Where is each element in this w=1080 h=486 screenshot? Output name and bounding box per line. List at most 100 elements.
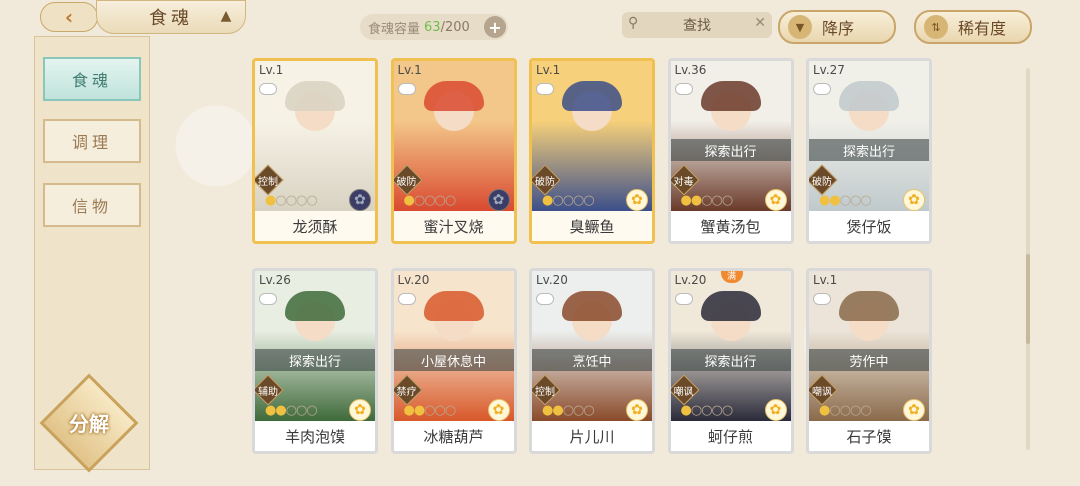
top-bar: ‹ 食魂 ▲ 食魂容量 63 /200 + ⚲ 查找 ✕ ▼ 降序 ⇅ 稀有度 bbox=[0, 0, 1080, 52]
star-rating: ●○○○○ bbox=[680, 403, 734, 418]
star-rating: ●○○○○ bbox=[403, 193, 457, 208]
star-rating: ●●○○○ bbox=[265, 403, 318, 418]
role-label: 破防 bbox=[535, 177, 555, 188]
flower-icon: ✿ bbox=[903, 189, 925, 211]
status-label: 探索出行 bbox=[255, 349, 375, 371]
capacity-total: /200 bbox=[440, 19, 470, 35]
capacity-current: 63 bbox=[424, 19, 441, 35]
role-label: 对毒 bbox=[673, 177, 694, 188]
bowl-icon bbox=[674, 83, 693, 95]
card-name: 煲仔饭 bbox=[809, 211, 929, 241]
add-capacity-button[interactable]: + bbox=[484, 16, 506, 38]
card-name: 羊肉泡馍 bbox=[255, 421, 375, 451]
level-label: Lv.20 bbox=[536, 273, 568, 287]
flower-icon: ✿ bbox=[349, 399, 371, 421]
role-label: 嘲讽 bbox=[673, 387, 694, 398]
bowl-icon bbox=[259, 83, 277, 95]
role-label: 嘲讽 bbox=[812, 387, 832, 398]
decompose-label: 分解 bbox=[69, 412, 109, 436]
bowl-icon bbox=[813, 293, 831, 305]
bowl-icon bbox=[536, 83, 554, 95]
star-rating: ●●○○○ bbox=[680, 193, 734, 208]
bowl-icon bbox=[536, 293, 554, 305]
card-name: 片儿川 bbox=[532, 421, 652, 451]
food-soul-card[interactable]: Lv.1 破防 ●○○○○ ✿ 臭鳜鱼 bbox=[529, 58, 655, 244]
bowl-icon bbox=[259, 293, 277, 305]
status-label: 探索出行 bbox=[670, 139, 791, 161]
food-soul-card[interactable]: Lv.1 控制 ●○○○○ ✿ 龙须酥 bbox=[252, 58, 378, 244]
star-rating: ●○○○○ bbox=[265, 193, 318, 208]
sidebar-item-tiaoli[interactable]: 调理 bbox=[43, 119, 141, 163]
level-label: Lv.1 bbox=[397, 63, 422, 77]
status-label: 劳作中 bbox=[809, 349, 929, 371]
back-button[interactable]: ‹ bbox=[40, 2, 98, 32]
bowl-icon bbox=[397, 293, 416, 305]
scrollbar-thumb[interactable] bbox=[1026, 254, 1030, 344]
back-arrow-icon: ‹ bbox=[64, 5, 74, 29]
flower-icon: ✿ bbox=[903, 399, 925, 421]
status-label: 探索出行 bbox=[809, 139, 929, 161]
role-label: 控制 bbox=[258, 177, 278, 188]
sort-order-label: 降序 bbox=[822, 19, 855, 38]
food-soul-card[interactable]: Lv.20 满探索出行 嘲讽 ●○○○○ ✿ 蚵仔煎 bbox=[667, 268, 794, 454]
food-soul-card[interactable]: Lv.27 探索出行破防 ●●○○○ ✿ 煲仔饭 bbox=[806, 58, 932, 244]
search-input[interactable]: ⚲ 查找 ✕ bbox=[622, 12, 772, 38]
flower-icon: ✿ bbox=[764, 189, 787, 211]
card-name: 龙须酥 bbox=[255, 211, 375, 241]
level-label: Lv.27 bbox=[813, 63, 845, 77]
flower-icon: ✿ bbox=[487, 399, 510, 421]
level-label: Lv.20 bbox=[397, 273, 430, 287]
role-label: 控制 bbox=[535, 387, 555, 398]
star-rating: ●○○○○ bbox=[542, 193, 595, 208]
role-label: 破防 bbox=[812, 177, 832, 188]
role-label: 禁疗 bbox=[396, 387, 417, 398]
card-name: 臭鳜鱼 bbox=[532, 211, 652, 241]
status-label: 烹饪中 bbox=[532, 349, 652, 371]
bowl-icon bbox=[397, 83, 416, 95]
triangle-down-icon: ▼ bbox=[788, 15, 812, 39]
flower-icon: ✿ bbox=[626, 189, 648, 211]
food-soul-card[interactable]: Lv.1 劳作中 嘲讽 ●○○○○ ✿ 石子馍 bbox=[806, 268, 932, 454]
flower-icon: ✿ bbox=[487, 189, 510, 211]
star-rating: ●●○○○ bbox=[819, 193, 872, 208]
sidebar-item-shihun[interactable]: 食魂 bbox=[43, 57, 141, 101]
capacity-display: 食魂容量 63 /200 + bbox=[360, 14, 508, 40]
search-placeholder: 查找 bbox=[683, 18, 711, 34]
food-soul-card[interactable]: Lv.1 破防 ●○○○○ ✿ 蜜汁叉烧 bbox=[390, 58, 517, 244]
star-rating: ●●○○○ bbox=[542, 403, 595, 418]
card-name: 冰糖葫芦 bbox=[393, 421, 514, 451]
sort-order-button[interactable]: ▼ 降序 bbox=[778, 10, 896, 44]
hat-icon[interactable]: ▲ bbox=[214, 8, 238, 26]
sidebar-item-label: 信物 bbox=[71, 197, 112, 216]
card-name: 石子馍 bbox=[809, 421, 929, 451]
food-soul-card[interactable]: Lv.36 探索出行对毒 ●●○○○ ✿ 蟹黄汤包 bbox=[667, 58, 794, 244]
flower-icon: ✿ bbox=[626, 399, 648, 421]
level-label: Lv.1 bbox=[813, 273, 838, 287]
sidebar-item-xinwu[interactable]: 信物 bbox=[43, 183, 141, 227]
bowl-icon bbox=[813, 83, 831, 95]
role-label: 辅助 bbox=[258, 387, 278, 398]
food-soul-card[interactable]: Lv.26 探索出行辅助 ●●○○○ ✿ 羊肉泡馍 bbox=[252, 268, 378, 454]
star-rating: ●●○○○ bbox=[403, 403, 457, 418]
level-label: Lv.20 bbox=[674, 273, 707, 287]
bowl-icon bbox=[674, 293, 693, 305]
level-label: Lv.1 bbox=[536, 63, 561, 77]
food-soul-card[interactable]: Lv.20 烹饪中控制 ●●○○○ ✿ 片儿川 bbox=[529, 268, 655, 454]
food-soul-card[interactable]: Lv.20 小屋休息中禁疗 ●●○○○ ✿ 冰糖葫芦 bbox=[390, 268, 517, 454]
capacity-label: 食魂容量 bbox=[368, 21, 421, 37]
role-label: 破防 bbox=[396, 177, 417, 188]
level-label: Lv.1 bbox=[259, 63, 284, 77]
sort-by-button[interactable]: ⇅ 稀有度 bbox=[914, 10, 1032, 44]
flower-icon: ✿ bbox=[764, 399, 787, 421]
clear-icon[interactable]: ✕ bbox=[754, 15, 766, 31]
card-name: 蟹黄汤包 bbox=[670, 211, 791, 241]
sidebar-item-label: 食魂 bbox=[71, 71, 112, 90]
status-label: 探索出行 bbox=[670, 349, 791, 371]
flower-icon: ✿ bbox=[349, 189, 371, 211]
level-label: Lv.26 bbox=[259, 273, 291, 287]
status-label: 小屋休息中 bbox=[393, 349, 514, 371]
sort-by-label: 稀有度 bbox=[958, 19, 1007, 38]
card-name: 蜜汁叉烧 bbox=[393, 211, 514, 241]
level-label: Lv.36 bbox=[674, 63, 707, 77]
sort-icon: ⇅ bbox=[924, 15, 948, 39]
